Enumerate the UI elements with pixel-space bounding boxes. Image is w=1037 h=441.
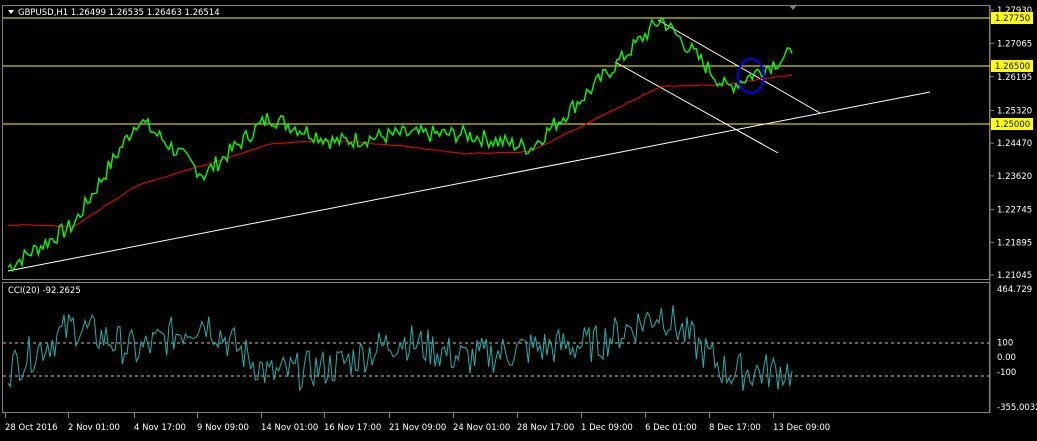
price-panel-frame [2, 5, 990, 280]
price-tick-label: 1.24470 [997, 139, 1032, 149]
level-label-2: 1.26500 [995, 62, 1030, 72]
price-tick-label: 1.27065 [997, 39, 1032, 49]
price-tick-label: 1.25320 [997, 106, 1032, 116]
price-tick-label: 1.21045 [997, 271, 1032, 281]
time-tick-label: 13 Dec 09:00 [773, 423, 830, 433]
trading-chart[interactable]: GBPUSD,H1 1.26499 1.26535 1.26463 1.2651… [0, 0, 1037, 441]
price-tick-label: 1.21895 [997, 238, 1032, 248]
time-tick-label: 6 Dec 01:00 [645, 423, 697, 433]
level-label-3: 1.25000 [995, 120, 1030, 130]
cci-tick-label: 464.729 [997, 285, 1032, 295]
price-tick-label: 1.26195 [997, 73, 1032, 83]
symbol-header: GBPUSD,H1 1.26499 1.26535 1.26463 1.2651… [18, 8, 220, 18]
time-tick-label: 16 Nov 17:00 [324, 423, 381, 433]
time-tick-label: 24 Nov 01:00 [453, 423, 510, 433]
price-tick-label: 1.23620 [997, 172, 1032, 182]
cci-axis: 464.729 100 0.00 -100 -355.0032 [997, 285, 1037, 413]
cci-header: CCI(20) -92.2625 [8, 286, 81, 296]
time-tick-label: 21 Nov 09:00 [389, 423, 446, 433]
time-tick-label: 8 Dec 17:00 [709, 423, 761, 433]
time-tick-label: 28 Nov 17:00 [517, 423, 574, 433]
level-label-1: 1.27750 [995, 14, 1030, 24]
time-tick-label: 9 Nov 09:00 [197, 423, 249, 433]
time-tick-label: 1 Dec 09:00 [581, 423, 633, 433]
cci-tick-label: -100 [997, 368, 1016, 378]
price-tick-label: 1.22745 [997, 206, 1032, 216]
cci-tick-label: 0.00 [997, 353, 1016, 363]
time-axis: 28 Oct 2016 2 Nov 01:00 4 Nov 17:00 9 Nov 0… [5, 413, 830, 433]
price-axis: 1.279301.270651.261951.253201.244701.236… [990, 6, 1032, 281]
time-tick-label: 14 Nov 01:00 [261, 423, 318, 433]
time-tick-label: 28 Oct 2016 [5, 423, 58, 433]
cci-tick-label: 100 [997, 338, 1013, 348]
cci-tick-label: -355.0032 [997, 403, 1037, 413]
time-tick-label: 4 Nov 17:00 [134, 423, 186, 433]
time-tick-label: 2 Nov 01:00 [68, 423, 120, 433]
